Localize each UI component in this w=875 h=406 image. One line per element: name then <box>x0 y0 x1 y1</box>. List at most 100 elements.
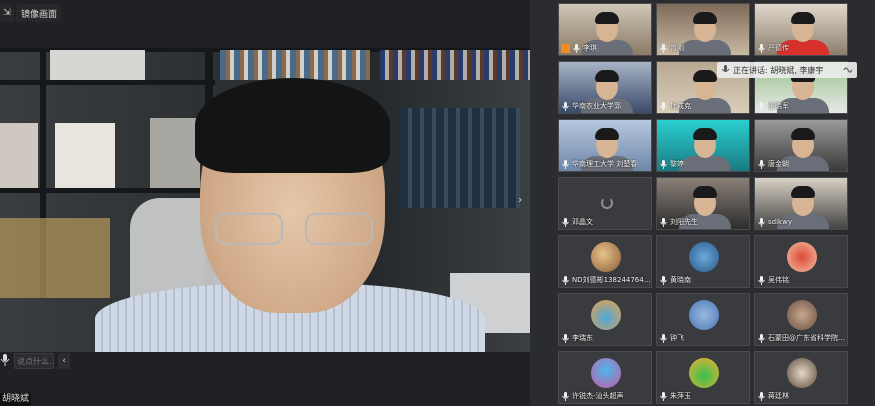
avatar <box>591 358 621 388</box>
participant-label: 张晓军 <box>757 101 789 111</box>
participant-name: 刘阳先生 <box>670 218 698 226</box>
participant-name: 朱萍玉 <box>670 392 691 400</box>
participant-name: 华南农业大学郭 <box>572 102 621 110</box>
participant-tile[interactable]: 许锐杰-汕头超声 <box>558 351 652 404</box>
microphone-icon <box>562 333 569 343</box>
active-speaker-pane[interactable]: ⇲ 镜像画面 › ‹ 胡晓斌 <box>0 0 530 406</box>
participant-label: sdlkwy <box>757 217 792 227</box>
participant-label: 朱萍玉 <box>659 391 691 401</box>
microphone-icon <box>758 43 765 53</box>
microphone-icon <box>660 101 667 111</box>
participant-name: 石蒙田@广东省科学院工... <box>768 334 847 342</box>
participant-name: 李琪 <box>583 44 597 52</box>
participant-name: 黄晓南 <box>670 276 691 284</box>
microphone-icon <box>562 275 569 285</box>
participant-gallery[interactable]: 李琪 曾刚 严德传华南农业大学郭 杜成克 张晓军华南理工大学 刘楚春 黎婷 唐金朝邓晶文 刘阳… <box>556 0 875 406</box>
participant-tile[interactable]: 刘阳先生 <box>656 177 750 230</box>
participant-name: 张晓军 <box>768 102 789 110</box>
participant-tile[interactable]: sdlkwy <box>754 177 848 230</box>
collapse-chevron-icon[interactable]: ‹ <box>58 353 70 369</box>
microphone-icon <box>562 391 569 401</box>
participant-name: 严德传 <box>768 44 789 52</box>
participant-label: 严德传 <box>757 43 789 53</box>
microphone-icon <box>660 43 667 53</box>
participant-label: 蒋廷林 <box>757 391 789 401</box>
participant-label: 唐金朝 <box>757 159 789 169</box>
participant-tile[interactable]: 蒋廷林 <box>754 351 848 404</box>
participant-tile[interactable]: ND刘德彬13824476473 <box>558 235 652 288</box>
bottom-controls: ‹ <box>0 352 530 370</box>
chat-input[interactable] <box>14 353 54 369</box>
participant-tile[interactable]: 黎婷 <box>656 119 750 172</box>
participant-name: 黎婷 <box>670 160 684 168</box>
participant-label: 邓晶文 <box>561 217 593 227</box>
participant-tile[interactable]: 华南理工大学 刘楚春 <box>558 119 652 172</box>
participant-tile[interactable]: 黄晓南 <box>656 235 750 288</box>
participant-name: sdlkwy <box>768 218 792 226</box>
participant-name: 杜成克 <box>670 102 691 110</box>
participant-label: 李琪 <box>561 43 597 53</box>
exit-mirror-icon[interactable]: ⇲ <box>0 4 14 22</box>
participant-label: 黎婷 <box>659 159 684 169</box>
speaker-video <box>0 48 530 352</box>
participant-name: 钟飞 <box>670 334 684 342</box>
avatar <box>787 300 817 330</box>
speaking-indicator: 正在讲话: 胡晓斌, 李康宇 <box>717 62 857 78</box>
participant-name: 曾刚 <box>670 44 684 52</box>
microphone-icon <box>758 275 765 285</box>
participant-tile[interactable]: 李瑞东 <box>558 293 652 346</box>
participant-tile[interactable]: 石蒙田@广东省科学院工... <box>754 293 848 346</box>
participant-tile[interactable]: 唐金朝 <box>754 119 848 172</box>
participant-name: ND刘德彬13824476473 <box>572 276 651 284</box>
participant-label: 石蒙田@广东省科学院工... <box>757 333 847 343</box>
participant-tile[interactable]: 曾刚 <box>656 3 750 56</box>
microphone-icon <box>660 275 667 285</box>
participant-label: 吴伟铭 <box>757 275 789 285</box>
microphone-icon <box>562 101 569 111</box>
microphone-icon <box>721 65 730 72</box>
participant-name: 吴伟铭 <box>768 276 789 284</box>
microphone-icon <box>660 391 667 401</box>
participant-tile[interactable]: 李琪 <box>558 3 652 56</box>
participant-name: 李瑞东 <box>572 334 593 342</box>
microphone-icon <box>562 159 569 169</box>
participant-tile[interactable]: 吴伟铭 <box>754 235 848 288</box>
microphone-icon <box>660 159 667 169</box>
pane-divider <box>530 0 556 406</box>
participant-name: 许锐杰-汕头超声 <box>572 392 624 400</box>
participant-tile[interactable]: 严德传 <box>754 3 848 56</box>
microphone-icon <box>660 217 667 227</box>
participant-label: 华南农业大学郭 <box>561 101 621 111</box>
next-page-chevron-icon[interactable]: › <box>518 193 522 206</box>
participant-tile[interactable]: 邓晶文 <box>558 177 652 230</box>
avatar <box>787 242 817 272</box>
participant-label: 许锐杰-汕头超声 <box>561 391 624 401</box>
participant-name: 邓晶文 <box>572 218 593 226</box>
participant-name: 蒋廷林 <box>768 392 789 400</box>
speaker-name-label: 胡晓斌 <box>0 393 32 406</box>
participant-label: 杜成克 <box>659 101 691 111</box>
avatar <box>591 300 621 330</box>
participant-name: 华南理工大学 刘楚春 <box>572 160 638 168</box>
mirror-view-button[interactable]: 镜像画面 <box>16 4 63 22</box>
participant-label: 刘阳先生 <box>659 217 698 227</box>
avatar <box>787 358 817 388</box>
top-bar: ⇲ 镜像画面 <box>0 0 530 26</box>
microphone-icon <box>660 333 667 343</box>
participant-label: 钟飞 <box>659 333 684 343</box>
avatar <box>689 242 719 272</box>
participant-label: 黄晓南 <box>659 275 691 285</box>
participant-tile[interactable]: 华南农业大学郭 <box>558 61 652 114</box>
microphone-icon <box>758 159 765 169</box>
participant-tile[interactable]: 朱萍玉 <box>656 351 750 404</box>
avatar <box>689 358 719 388</box>
avatar <box>689 300 719 330</box>
avatar <box>591 242 621 272</box>
participant-tile[interactable]: 钟飞 <box>656 293 750 346</box>
participant-label: ND刘德彬13824476473 <box>561 275 651 285</box>
microphone-icon <box>573 43 580 53</box>
microphone-icon[interactable] <box>0 354 10 366</box>
speaking-text: 正在讲话: 胡晓斌, 李康宇 <box>733 65 824 75</box>
microphone-icon <box>562 217 569 227</box>
microphone-icon <box>758 391 765 401</box>
